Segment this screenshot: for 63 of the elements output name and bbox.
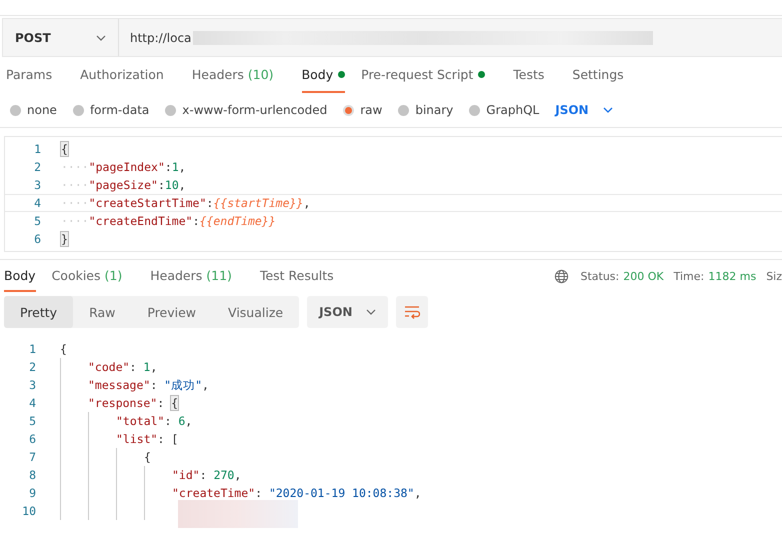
code-line: "id": 270, [172, 468, 242, 482]
line-number: 7 [28, 450, 37, 464]
body-type-radio[interactable]: x-www-form-urlencoded [165, 103, 328, 117]
view-mode-tab[interactable]: Visualize [212, 296, 300, 328]
code-line: ····"createStartTime":{{startTime}}, [61, 196, 310, 210]
body-type-radio[interactable]: GraphQL [469, 103, 540, 117]
view-mode-tab[interactable]: Pretty [4, 296, 74, 328]
request-tab[interactable]: Body [302, 57, 346, 93]
request-tab[interactable]: Settings [572, 57, 636, 93]
line-number: 2 [33, 160, 42, 174]
line-number: 3 [28, 378, 37, 392]
chevron-down-icon [366, 309, 376, 315]
code-line: { [60, 342, 67, 356]
request-tab[interactable]: Pre-request Script [361, 57, 498, 93]
status-label: Status: [580, 270, 620, 282]
size-label: Siz [766, 270, 782, 282]
request-tab[interactable]: Headers (10) [192, 57, 286, 93]
body-type-radio[interactable]: binary [398, 103, 454, 117]
line-number: 1 [33, 142, 42, 156]
request-tab[interactable]: Authorization [80, 57, 176, 93]
format-dropdown[interactable]: JSON [307, 296, 388, 328]
globe-icon[interactable] [554, 268, 570, 284]
code-line: "total": 6, [116, 414, 192, 428]
wrap-lines-button[interactable] [396, 296, 428, 328]
line-number: 4 [33, 196, 42, 210]
wrap-lines-icon [404, 305, 420, 319]
view-mode-tab[interactable]: Raw [73, 296, 132, 328]
line-number: 9 [28, 486, 37, 500]
response-tab[interactable]: Body [4, 260, 36, 292]
code-line: ····"createEndTime":{{endTime}} [61, 214, 276, 228]
code-line: "code": 1, [88, 360, 158, 374]
code-line: ····"pageIndex":1, [61, 160, 186, 174]
request-tab[interactable]: Tests [513, 57, 556, 93]
time-value: 1182 ms [708, 270, 756, 282]
line-number: 8 [28, 468, 37, 482]
format-dropdown[interactable]: JSON [555, 103, 613, 117]
line-number: 6 [28, 432, 37, 446]
response-tab[interactable]: Cookies (1) [52, 260, 134, 292]
line-number: 2 [28, 360, 37, 374]
line-number: 5 [28, 414, 37, 428]
time-label: Time: [674, 270, 704, 282]
body-type-radio[interactable]: raw [343, 103, 382, 117]
line-number: 10 [21, 504, 37, 518]
line-number: 4 [28, 396, 37, 410]
request-tab[interactable]: Params [6, 57, 64, 93]
response-tab[interactable]: Headers (11) [150, 260, 244, 292]
code-line: "message": "成功", [88, 378, 209, 392]
line-number: 6 [33, 232, 42, 246]
code-line: { [144, 450, 151, 464]
code-line: "createTime": "2020-01-19 10:08:38", [172, 486, 422, 500]
response-tab[interactable]: Test Results [260, 260, 346, 292]
status-value: 200 OK [623, 270, 664, 282]
code-line: ····"pageSize":10, [61, 178, 186, 192]
body-type-radio[interactable]: none [10, 103, 57, 117]
request-body-editor[interactable]: 1 { 2 ····"pageIndex":1, 3 ····"pageSize":10, 4 ····"createStartTime":{{startTime}}, 5 ····"createEndTime":{{endTime}} 6 } [4, 136, 782, 252]
line-number: 5 [33, 214, 42, 228]
code-line: "list": [ [116, 432, 178, 446]
line-number: 3 [33, 178, 42, 192]
code-line: "response": { [88, 396, 178, 410]
view-mode-tab[interactable]: Preview [131, 296, 212, 328]
chevron-down-icon [602, 107, 613, 113]
body-type-radio[interactable]: form-data [72, 103, 150, 117]
line-number: 1 [28, 342, 37, 356]
